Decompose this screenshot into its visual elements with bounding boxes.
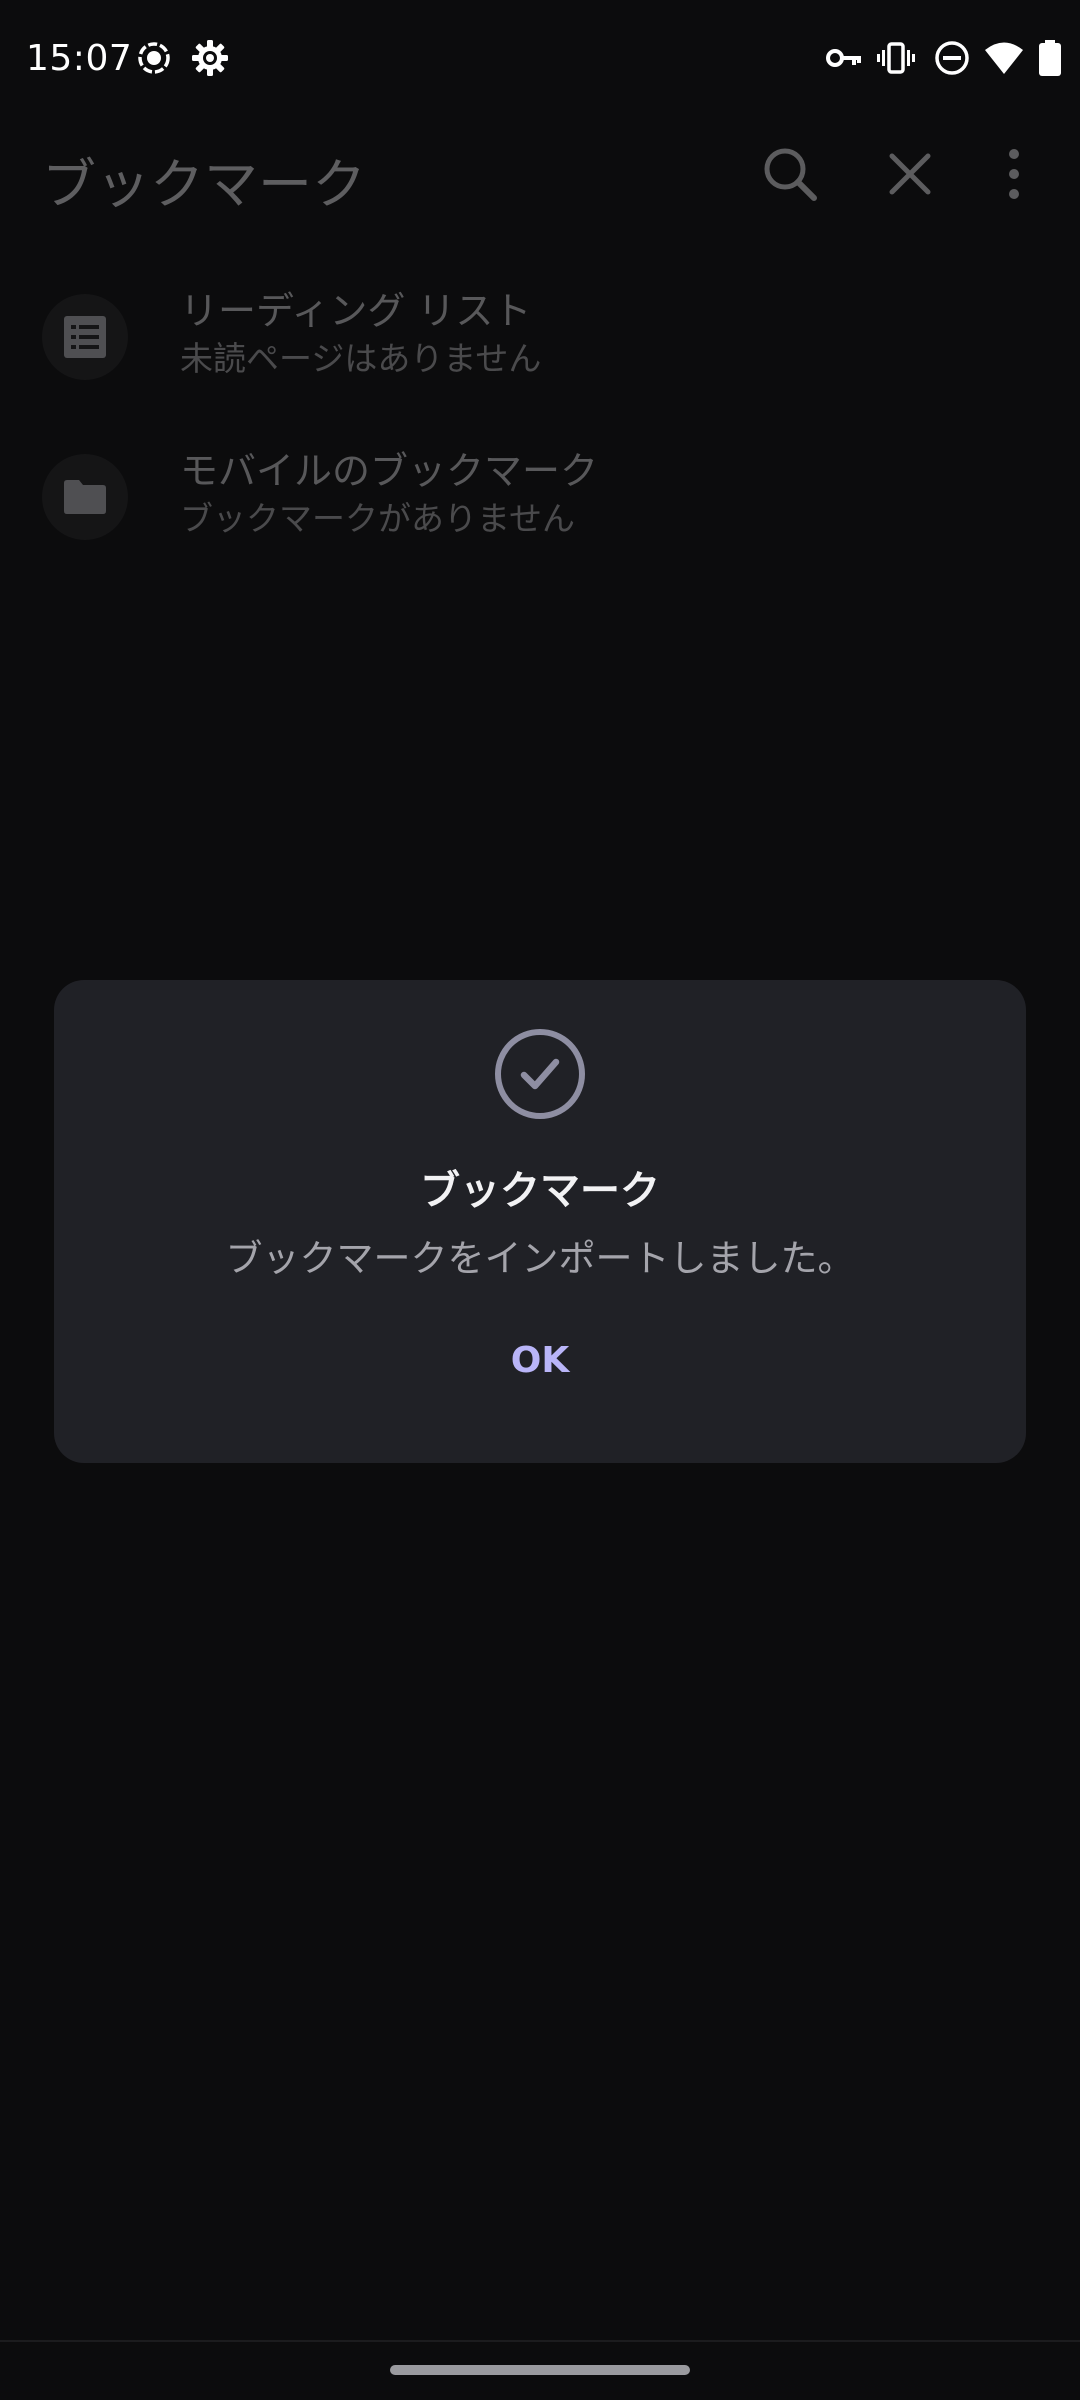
- app-bar: ブックマーク: [0, 120, 1080, 230]
- nav-divider: [0, 2340, 1080, 2342]
- settings-gear-icon: [192, 40, 228, 76]
- do-not-disturb-icon: [935, 41, 969, 75]
- status-bar: 15:07: [0, 0, 1080, 120]
- gesture-nav-handle[interactable]: [390, 2365, 690, 2375]
- close-icon[interactable]: [878, 142, 942, 206]
- reading-list-icon: [64, 316, 106, 358]
- ok-button[interactable]: OK: [440, 1320, 640, 1400]
- more-vert-icon[interactable]: [982, 142, 1046, 206]
- list-item-subtitle: ブックマークがありません: [180, 499, 576, 538]
- screen-record-icon: [138, 42, 170, 74]
- vpn-key-icon: [826, 49, 861, 67]
- list-item-reading-list[interactable]: リーディング リスト 未読ページはありません: [0, 280, 1080, 420]
- search-icon[interactable]: [758, 142, 822, 206]
- list-item-mobile-bookmarks[interactable]: モバイルのブックマーク ブックマークがありません: [0, 440, 1080, 580]
- status-time: 15:07: [26, 38, 133, 79]
- wifi-icon: [985, 42, 1023, 74]
- dialog-title: ブックマーク: [420, 1168, 660, 1214]
- dialog-message: ブックマークをインポートしました。: [225, 1237, 855, 1280]
- check-circle-icon: [495, 1029, 585, 1119]
- list-item-subtitle: 未読ページはありません: [180, 339, 542, 378]
- list-item-title: リーディング リスト: [180, 289, 532, 333]
- page-title: ブックマーク: [42, 153, 366, 216]
- battery-icon: [1039, 40, 1061, 76]
- import-complete-dialog: ブックマーク ブックマークをインポートしました。 OK: [54, 980, 1026, 1463]
- vibrate-icon: [877, 42, 915, 74]
- folder-icon-container: [42, 454, 128, 540]
- folder-icon: [64, 480, 106, 514]
- list-item-title: モバイルのブックマーク: [180, 449, 599, 493]
- reading-list-icon-container: [42, 294, 128, 380]
